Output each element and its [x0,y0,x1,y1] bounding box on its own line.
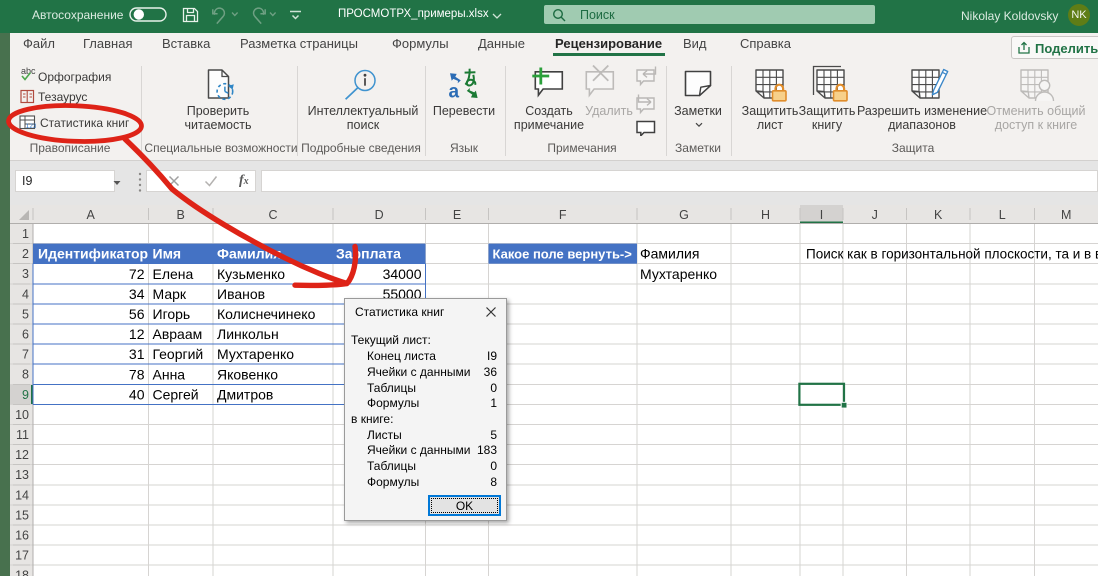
svg-text:Зарплата: Зарплата [336,246,401,262]
svg-text:Елена: Елена [153,266,194,282]
svg-text:1: 1 [22,227,29,241]
svg-text:Марк: Марк [153,286,187,302]
svg-text:9: 9 [22,388,29,402]
svg-text:M: M [1061,208,1071,222]
svg-text:Анна: Анна [153,366,186,382]
svg-text:Яковенко: Яковенко [217,366,278,382]
svg-text:13: 13 [15,468,29,482]
svg-text:Иванов: Иванов [217,286,265,302]
svg-text:Мухтаренко: Мухтаренко [217,346,294,362]
svg-text:Колиснечинеко: Колиснечинеко [217,306,316,322]
svg-text:31: 31 [129,346,145,362]
svg-text:12: 12 [129,326,145,342]
svg-text:78: 78 [129,366,145,382]
svg-text:16: 16 [15,529,29,543]
svg-text:34000: 34000 [383,266,422,282]
svg-text:B: B [177,208,185,222]
svg-text:G: G [679,208,689,222]
svg-text:10: 10 [15,408,29,422]
svg-text:4: 4 [22,287,29,301]
svg-text:D: D [375,208,384,222]
svg-text:12: 12 [15,448,29,462]
svg-text:Идентификатор: Идентификатор [38,246,148,262]
svg-text:Имя: Имя [153,246,182,262]
svg-text:H: H [761,208,770,222]
svg-text:Фамилия: Фамилия [217,246,281,262]
svg-text:Георгий: Георгий [153,346,204,362]
svg-text:E: E [453,208,461,222]
svg-text:14: 14 [15,488,29,502]
svg-text:Какое поле вернуть->: Какое поле вернуть-> [493,247,633,262]
svg-text:18: 18 [15,569,29,576]
svg-text:Дмитров: Дмитров [217,386,273,402]
svg-text:Авраам: Авраам [153,326,203,342]
svg-text:3: 3 [22,267,29,281]
svg-text:L: L [999,208,1006,222]
svg-text:Игорь: Игорь [153,306,191,322]
svg-text:a: a [449,82,460,100]
svg-text:5: 5 [22,307,29,321]
svg-text:Поиск как в горизонтальной пло: Поиск как в горизонтальной плоскости, та… [806,246,1098,261]
svg-text:2: 2 [22,247,29,261]
svg-text:123: 123 [26,123,36,130]
svg-text:K: K [934,208,943,222]
svg-text:17: 17 [15,549,29,563]
svg-text:8: 8 [22,368,29,382]
svg-text:Фамилия: Фамилия [640,246,699,262]
svg-text:I: I [820,208,823,222]
svg-text:7: 7 [22,348,29,362]
svg-text:A: A [87,208,96,222]
svg-text:Сергей: Сергей [153,386,199,402]
svg-text:Мухтаренко: Мухтаренко [640,266,717,282]
svg-text:Линкольн: Линкольн [217,326,279,342]
svg-text:J: J [872,208,878,222]
svg-text:F: F [559,208,567,222]
svg-text:72: 72 [129,266,145,282]
svg-text:Кузьменко: Кузьменко [217,266,285,282]
svg-text:56: 56 [129,306,145,322]
svg-text:C: C [268,208,277,222]
svg-text:11: 11 [16,428,29,442]
svg-text:34: 34 [129,286,145,302]
svg-text:40: 40 [129,386,145,402]
svg-text:15: 15 [15,508,29,522]
svg-text:6: 6 [22,328,29,342]
